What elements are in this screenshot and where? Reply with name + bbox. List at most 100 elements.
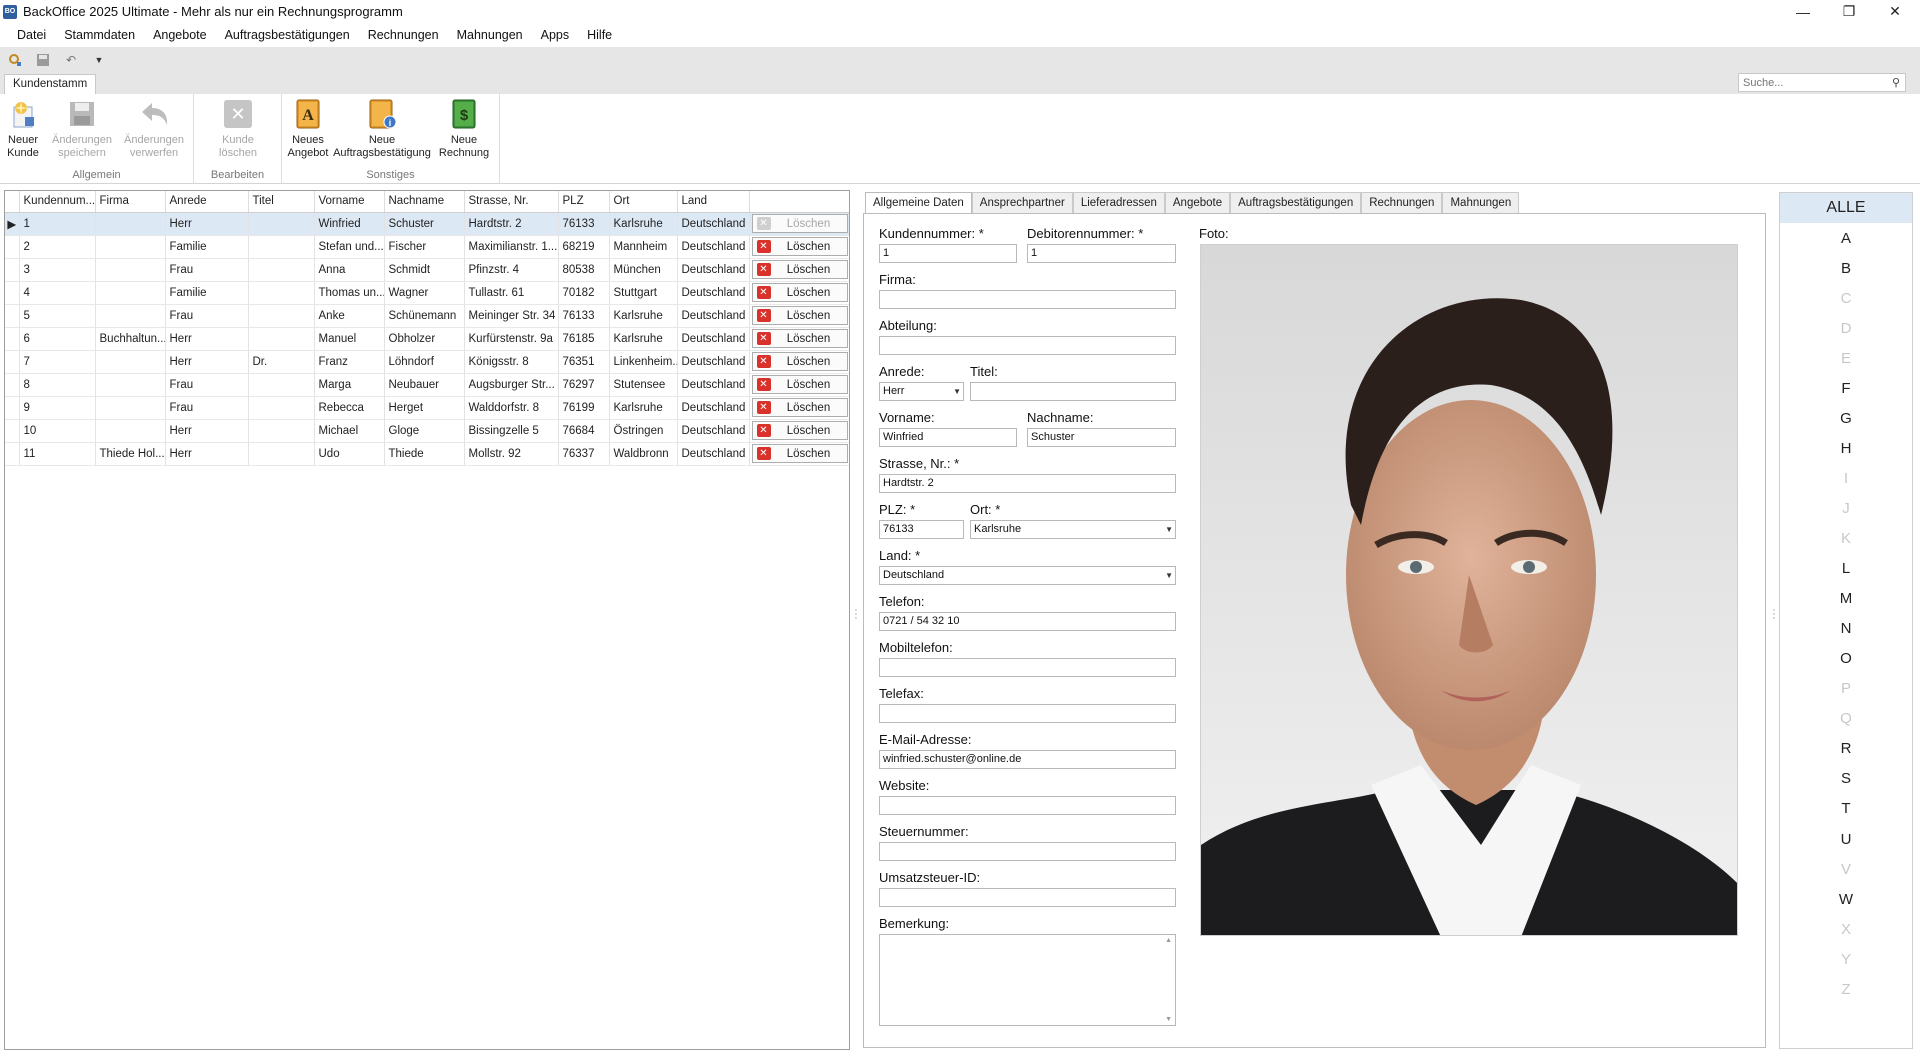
alpha-filter-w[interactable]: W bbox=[1780, 884, 1912, 914]
cell-land[interactable]: Deutschland bbox=[677, 304, 750, 328]
menu-apps[interactable]: Apps bbox=[532, 28, 579, 42]
cell-nachname[interactable]: Neubauer bbox=[384, 373, 465, 397]
new-customer-quick-icon[interactable] bbox=[6, 51, 24, 69]
alpha-filter-l[interactable]: L bbox=[1780, 554, 1912, 584]
cell-plz[interactable]: 76351 bbox=[558, 350, 610, 374]
scroll-up-icon[interactable]: ▲ bbox=[1165, 937, 1172, 944]
table-row[interactable]: 9 Frau Rebecca Herget Walddorfstr. 8 76199 Kar… bbox=[5, 396, 849, 420]
cell-titel[interactable] bbox=[248, 396, 315, 420]
table-row[interactable]: 6 Buchhaltun... Herr Manuel Obholzer Kurfürst… bbox=[5, 327, 849, 351]
plz-field[interactable]: 76133 bbox=[879, 520, 964, 539]
alpha-filter-r[interactable]: R bbox=[1780, 734, 1912, 764]
cell-nachname[interactable]: Herget bbox=[384, 396, 465, 420]
alpha-filter-q[interactable]: Q bbox=[1780, 704, 1912, 734]
new-offer-button[interactable]: A Neues Angebot bbox=[286, 98, 330, 159]
col-header-nachname[interactable]: Nachname bbox=[384, 191, 465, 213]
menu-datei[interactable]: Datei bbox=[8, 28, 55, 42]
cell-ort[interactable]: Mannheim bbox=[609, 235, 678, 259]
cell-firma[interactable]: Buchhaltun... bbox=[95, 327, 166, 351]
menu-mahnungen[interactable]: Mahnungen bbox=[448, 28, 532, 42]
col-header-land[interactable]: Land bbox=[677, 191, 750, 213]
cell-plz[interactable]: 76297 bbox=[558, 373, 610, 397]
cell-titel[interactable] bbox=[248, 373, 315, 397]
new-customer-button[interactable]: Neuer Kunde bbox=[5, 98, 41, 159]
alpha-filter-x[interactable]: X bbox=[1780, 914, 1912, 944]
cell-firma[interactable] bbox=[95, 281, 166, 305]
col-header-titel[interactable]: Titel bbox=[248, 191, 315, 213]
table-row[interactable]: 11 Thiede Hol... Herr Udo Thiede Mollstr. 92 7… bbox=[5, 442, 849, 466]
cell-land[interactable]: Deutschland bbox=[677, 212, 750, 236]
cell-plz[interactable]: 76337 bbox=[558, 442, 610, 466]
cell-land[interactable]: Deutschland bbox=[677, 281, 750, 305]
cell-anrede[interactable]: Frau bbox=[165, 304, 249, 328]
cell-anrede[interactable]: Herr bbox=[165, 350, 249, 374]
bemerkung-textarea[interactable]: ▲ ▼ bbox=[879, 934, 1176, 1026]
table-row[interactable]: 4 Familie Thomas un... Wagner Tullastr. 61 70… bbox=[5, 281, 849, 305]
cell-plz[interactable]: 76684 bbox=[558, 419, 610, 443]
cell-ort[interactable]: Östringen bbox=[609, 419, 678, 443]
cell-strasse[interactable]: Walddorfstr. 8 bbox=[464, 396, 559, 420]
cell-nachname[interactable]: Schuster bbox=[384, 212, 465, 236]
alpha-filter-f[interactable]: F bbox=[1780, 373, 1912, 403]
cell-titel[interactable] bbox=[248, 235, 315, 259]
cell-titel[interactable]: Dr. bbox=[248, 350, 315, 374]
cell-plz[interactable]: 76133 bbox=[558, 212, 610, 236]
vorname-field[interactable]: Winfried bbox=[879, 428, 1017, 447]
cell-land[interactable]: Deutschland bbox=[677, 396, 750, 420]
tab-angebote[interactable]: Angebote bbox=[1164, 192, 1231, 213]
firma-field[interactable] bbox=[879, 290, 1176, 309]
cell-firma[interactable] bbox=[95, 373, 166, 397]
cell-kundennummer[interactable]: 3 bbox=[19, 258, 96, 282]
minimize-button[interactable]: — bbox=[1780, 0, 1826, 23]
menu-rechnungen[interactable]: Rechnungen bbox=[359, 28, 448, 42]
alpha-filter-o[interactable]: O bbox=[1780, 644, 1912, 674]
discard-changes-button[interactable]: Änderungen verwerfen bbox=[122, 98, 186, 159]
alpha-filter-b[interactable]: B bbox=[1780, 253, 1912, 283]
alpha-filter-c[interactable]: C bbox=[1780, 283, 1912, 313]
cell-plz[interactable]: 80538 bbox=[558, 258, 610, 282]
tab-auftragsbestaetigungen[interactable]: Auftragsbestätigungen bbox=[1230, 192, 1362, 213]
cell-kundennummer[interactable]: 9 bbox=[19, 396, 96, 420]
menu-stammdaten[interactable]: Stammdaten bbox=[55, 28, 144, 42]
close-button[interactable]: ✕ bbox=[1872, 0, 1918, 23]
cell-vorname[interactable]: Michael bbox=[314, 419, 385, 443]
cell-titel[interactable] bbox=[248, 327, 315, 351]
table-row[interactable]: ▶ 1 Herr Winfried Schuster Hardtstr. 2 76133 Ka… bbox=[5, 212, 849, 236]
cell-strasse[interactable]: Maximilianstr. 1... bbox=[464, 235, 559, 259]
right-splitter-handle[interactable]: · · · bbox=[1771, 605, 1777, 624]
tab-allgemeine-daten[interactable]: Allgemeine Daten bbox=[865, 192, 972, 215]
titel-field[interactable] bbox=[970, 382, 1176, 401]
cell-firma[interactable] bbox=[95, 235, 166, 259]
cell-vorname[interactable]: Anna bbox=[314, 258, 385, 282]
cell-ort[interactable]: Karlsruhe bbox=[609, 327, 678, 351]
cell-titel[interactable] bbox=[248, 442, 315, 466]
cell-anrede[interactable]: Familie bbox=[165, 235, 249, 259]
cell-ort[interactable]: Stutensee bbox=[609, 373, 678, 397]
new-invoice-button[interactable]: $ Neue Rechnung bbox=[438, 98, 490, 159]
cell-kundennummer[interactable]: 10 bbox=[19, 419, 96, 443]
col-header-vorname[interactable]: Vorname bbox=[314, 191, 385, 213]
col-header-strasse[interactable]: Strasse, Nr. bbox=[464, 191, 559, 213]
table-row[interactable]: 3 Frau Anna Schmidt Pfinzstr. 4 80538 München D… bbox=[5, 258, 849, 282]
ustid-field[interactable] bbox=[879, 888, 1176, 907]
cell-strasse[interactable]: Königsstr. 8 bbox=[464, 350, 559, 374]
cell-vorname[interactable]: Marga bbox=[314, 373, 385, 397]
cell-plz[interactable]: 76185 bbox=[558, 327, 610, 351]
col-header-kundennummer[interactable]: Kundennum... bbox=[19, 191, 96, 213]
cell-anrede[interactable]: Herr bbox=[165, 212, 249, 236]
alpha-filter-j[interactable]: J bbox=[1780, 493, 1912, 523]
cell-vorname[interactable]: Rebecca bbox=[314, 396, 385, 420]
alpha-filter-e[interactable]: E bbox=[1780, 343, 1912, 373]
alpha-filter-v[interactable]: V bbox=[1780, 854, 1912, 884]
tab-ansprechpartner[interactable]: Ansprechpartner bbox=[971, 192, 1073, 213]
cell-firma[interactable]: Thiede Hol... bbox=[95, 442, 166, 466]
cell-strasse[interactable]: Hardtstr. 2 bbox=[464, 212, 559, 236]
cell-land[interactable]: Deutschland bbox=[677, 442, 750, 466]
delete-row-button[interactable]: ✕ Löschen bbox=[751, 421, 848, 440]
cell-ort[interactable]: München bbox=[609, 258, 678, 282]
delete-row-button[interactable]: ✕ Löschen bbox=[751, 375, 848, 394]
table-row[interactable]: 7 Herr Dr. Franz Löhndorf Königsstr. 8 76351 Li… bbox=[5, 350, 849, 374]
cell-titel[interactable] bbox=[248, 304, 315, 328]
cell-nachname[interactable]: Thiede bbox=[384, 442, 465, 466]
cell-plz[interactable]: 76133 bbox=[558, 304, 610, 328]
